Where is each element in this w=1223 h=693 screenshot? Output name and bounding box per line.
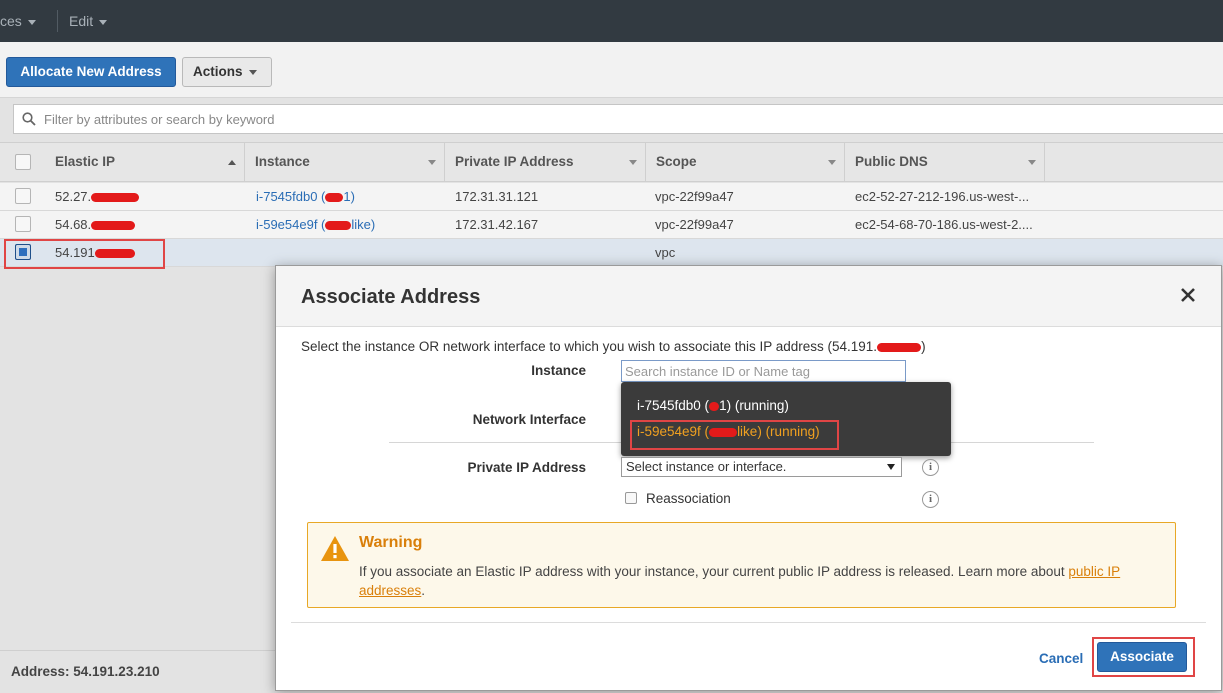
instance-link[interactable]: i-59e54e9f (like)	[256, 217, 375, 232]
table-row-selected[interactable]: 54.191 vpc	[0, 239, 1223, 267]
info-icon[interactable]: i	[922, 459, 939, 476]
row-checkbox[interactable]	[15, 188, 31, 204]
highlight-box-associate	[1092, 637, 1195, 677]
actions-button[interactable]: Actions	[182, 57, 272, 87]
divider	[57, 10, 58, 32]
sort-icon	[629, 160, 637, 165]
warning-title: Warning	[359, 534, 423, 551]
chevron-down-icon	[27, 19, 36, 25]
info-icon[interactable]: i	[922, 491, 939, 508]
redaction-mark	[325, 221, 352, 231]
chevron-down-icon	[99, 19, 108, 25]
status-bar: Address: 54.191.23.210	[0, 650, 280, 693]
dialog-description: Select the instance OR network interface…	[301, 339, 926, 354]
chevron-down-icon	[248, 69, 257, 75]
private-ip-cell: 172.31.31.121	[455, 189, 539, 204]
scope-cell: vpc-22f99a47	[655, 189, 734, 204]
allocate-new-address-button[interactable]: Allocate New Address	[6, 57, 176, 87]
highlight-box-option	[630, 420, 839, 450]
scope-cell: vpc	[655, 245, 676, 260]
table-header: Elastic IP Instance Private IP Address S…	[0, 142, 1223, 182]
elastic-ip-cell: 54.68.	[55, 217, 136, 232]
redaction-mark	[325, 193, 344, 203]
network-interface-label: Network Interface	[472, 412, 586, 427]
dialog-title: Associate Address	[301, 286, 481, 308]
warning-icon	[321, 536, 349, 561]
reassociation-checkbox[interactable]	[625, 492, 637, 504]
top-nav-bar: ces Edit	[0, 0, 1223, 42]
associate-address-dialog: Associate Address Select the instance OR…	[275, 265, 1222, 691]
instance-search-input[interactable]	[621, 360, 906, 382]
search-icon	[22, 112, 36, 126]
footer-divider	[291, 622, 1206, 623]
scope-cell: vpc-22f99a47	[655, 217, 734, 232]
public-dns-cell: ec2-54-68-70-186.us-west-2....	[855, 217, 1033, 232]
close-icon[interactable]	[1179, 286, 1197, 304]
public-dns-cell: ec2-52-27-212-196.us-west-...	[855, 189, 1030, 204]
instance-dropdown: i-7545fdb0 (1) (running) i-59e54e9f (lik…	[621, 382, 951, 456]
selected-address-label: Address: 54.191.23.210	[11, 664, 160, 679]
elastic-ip-cell: 52.27.	[55, 189, 140, 204]
search-placeholder: Filter by attributes or search by keywor…	[44, 112, 275, 127]
private-ip-cell: 172.31.42.167	[455, 217, 539, 232]
column-header-elastic-ip[interactable]: Elastic IP	[45, 143, 245, 181]
dialog-header: Associate Address	[276, 266, 1221, 327]
instance-label: Instance	[531, 363, 586, 378]
table-row[interactable]: 54.68. i-59e54e9f (like) 172.31.42.167 v…	[0, 211, 1223, 239]
sort-icon	[428, 160, 436, 165]
column-header-scope[interactable]: Scope	[646, 143, 845, 181]
instance-search-field[interactable]	[622, 361, 905, 381]
services-menu[interactable]: ces	[0, 13, 36, 29]
instance-link[interactable]: i-7545fdb0 (1)	[256, 189, 355, 204]
private-ip-select[interactable]: Select instance or interface.	[621, 457, 902, 477]
dropdown-option[interactable]: i-7545fdb0 (1) (running)	[637, 398, 789, 413]
reassociation-label: Reassociation	[646, 491, 731, 506]
redaction-mark	[91, 221, 136, 231]
table-row[interactable]: 52.27. i-7545fdb0 (1) 172.31.31.121 vpc-…	[0, 183, 1223, 211]
redaction-mark	[91, 193, 140, 203]
column-header-public-dns[interactable]: Public DNS	[845, 143, 1045, 181]
sort-icon	[828, 160, 836, 165]
warning-text: If you associate an Elastic IP address w…	[359, 564, 1121, 598]
row-checkbox[interactable]	[15, 216, 31, 232]
column-header-instance[interactable]: Instance	[245, 143, 445, 181]
toolbar: Allocate New Address Actions	[0, 42, 1223, 98]
cancel-button[interactable]: Cancel	[1039, 651, 1083, 666]
warning-box: Warning If you associate an Elastic IP a…	[307, 522, 1176, 608]
filter-search-input[interactable]: Filter by attributes or search by keywor…	[13, 104, 1223, 134]
redaction-mark	[709, 401, 720, 411]
column-header-private-ip[interactable]: Private IP Address	[445, 143, 646, 181]
highlight-box-selected-row	[4, 239, 165, 269]
sort-ascending-icon	[228, 160, 236, 165]
dropdown-arrow-icon	[887, 464, 895, 470]
edit-menu[interactable]: Edit	[69, 13, 108, 29]
redaction-mark	[877, 342, 922, 352]
private-ip-label: Private IP Address	[467, 460, 586, 475]
select-all-checkbox[interactable]	[15, 154, 31, 170]
sort-icon	[1028, 160, 1036, 165]
